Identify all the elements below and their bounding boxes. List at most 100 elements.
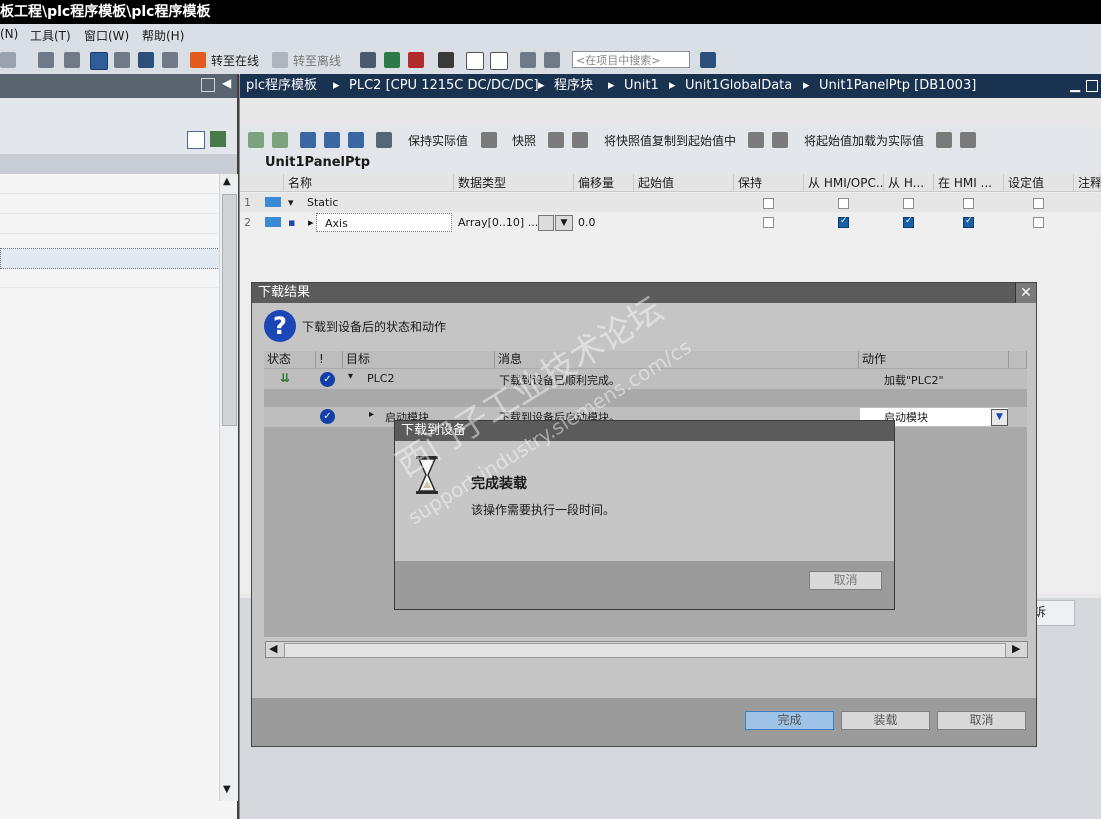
load-start-button[interactable]: 将起始值加载为实际值 xyxy=(804,132,924,149)
breadcrumb-item[interactable]: Unit1PanelPtp [DB1003] xyxy=(819,74,976,98)
expand-arrow-icon[interactable]: ▾ xyxy=(288,193,294,212)
breadcrumb-item[interactable]: Unit1GlobalData xyxy=(685,74,792,98)
retain-checkbox[interactable] xyxy=(763,217,774,228)
redo-icon[interactable] xyxy=(0,52,16,68)
column-header-hmi-visible[interactable]: 在 HMI ... xyxy=(934,174,1004,192)
cancel-button[interactable]: 取消 xyxy=(937,711,1026,730)
finish-button[interactable]: 完成 xyxy=(745,711,834,730)
setpoint-checkbox[interactable] xyxy=(1033,217,1044,228)
accessible-devices-icon[interactable] xyxy=(360,52,376,68)
maximize-editor-icon[interactable] xyxy=(520,52,536,68)
go-online-icon[interactable] xyxy=(190,52,206,68)
hmi-writable-checkbox[interactable] xyxy=(903,216,914,228)
column-header-flag[interactable]: ! xyxy=(316,351,343,368)
list-icon[interactable] xyxy=(348,132,364,148)
column-header-status[interactable]: 状态 xyxy=(264,351,316,368)
close-editors-icon[interactable] xyxy=(544,52,560,68)
tree-row[interactable] xyxy=(0,194,218,214)
breadcrumb-item[interactable]: PLC2 [CPU 1215C DC/DC/DC] xyxy=(349,74,539,98)
go-online-button[interactable]: 转至在线 xyxy=(211,52,259,69)
setpoint-checkbox[interactable] xyxy=(1033,198,1044,209)
menu-item-project[interactable]: (N) xyxy=(0,27,18,41)
start-cpu-icon[interactable] xyxy=(384,52,400,68)
retain-checkbox[interactable] xyxy=(763,198,774,209)
hmi-visible-checkbox[interactable] xyxy=(963,198,974,209)
scroll-down-icon[interactable]: ▼ xyxy=(223,784,231,795)
scroll-up-icon[interactable]: ▲ xyxy=(223,176,231,187)
scroll-left-icon[interactable]: ◀ xyxy=(269,642,277,655)
column-header-message[interactable]: 消息 xyxy=(495,351,859,368)
cross-reference-icon[interactable] xyxy=(438,52,454,68)
simulate-icon[interactable] xyxy=(138,52,154,68)
copy-snapshot-icon[interactable] xyxy=(748,132,764,148)
search-icon[interactable] xyxy=(700,52,716,68)
list-view-icon[interactable] xyxy=(187,131,205,149)
type-details-icon[interactable] xyxy=(538,215,554,231)
minimize-editor-icon[interactable]: ▁ xyxy=(1070,74,1080,98)
results-horizontal-scrollbar[interactable]: ◀ ▶ xyxy=(265,641,1028,658)
keep-actual-button[interactable]: 保持实际值 xyxy=(408,132,468,149)
upload-icon[interactable] xyxy=(114,52,130,68)
column-header-setpoint[interactable]: 设定值 xyxy=(1004,174,1074,192)
load-start-icon[interactable] xyxy=(936,132,952,148)
column-header-offset[interactable]: 偏移量 xyxy=(574,174,634,192)
column-header-action[interactable]: 动作 xyxy=(859,351,1009,368)
tag-name-input[interactable]: Axis xyxy=(316,213,452,232)
collapse-all-icon[interactable] xyxy=(324,132,340,148)
hmi-visible-checkbox[interactable] xyxy=(963,216,974,228)
column-header-hmi-accessible[interactable]: 从 HMI/OPC... xyxy=(804,174,884,192)
snapshot-button[interactable]: 快照 xyxy=(512,132,536,149)
go-offline-button[interactable]: 转至离线 xyxy=(293,52,341,69)
save-icon[interactable] xyxy=(64,52,80,68)
add-row-icon[interactable] xyxy=(272,132,288,148)
monitor-all-icon[interactable] xyxy=(376,132,392,148)
tree-row-selected[interactable] xyxy=(0,248,220,269)
tag-type[interactable]: Array[0..10] ... xyxy=(458,213,538,232)
chevron-down-icon[interactable]: ▼ xyxy=(991,409,1008,426)
tree-row[interactable] xyxy=(0,214,218,234)
hmi-writable-checkbox[interactable] xyxy=(903,198,914,209)
expand-all-icon[interactable] xyxy=(300,132,316,148)
expand-arrow-icon[interactable]: ▸ xyxy=(369,409,374,420)
download-icon[interactable] xyxy=(90,52,108,70)
hmi-accessible-checkbox[interactable] xyxy=(838,216,849,228)
snapshot-icon[interactable] xyxy=(548,132,564,148)
copy-snapshot-button[interactable]: 将快照值复制到起始值中 xyxy=(604,132,736,149)
load-button[interactable]: 装载 xyxy=(841,711,930,730)
breadcrumb-item[interactable]: plc程序模板 xyxy=(246,74,317,98)
copy-snapshot-all-icon[interactable] xyxy=(772,132,788,148)
expand-arrow-icon[interactable]: ▾ xyxy=(348,371,353,382)
tree-scrollbar[interactable]: ▲ ▼ xyxy=(219,174,238,801)
search-input[interactable]: <在项目中搜索> xyxy=(572,51,690,68)
collapse-left-icon[interactable]: ◀ xyxy=(222,76,231,90)
keep-actual-icon[interactable] xyxy=(481,132,497,148)
scroll-right-icon[interactable]: ▶ xyxy=(1012,642,1020,655)
column-header-hmi-writable[interactable]: 从 H... xyxy=(884,174,934,192)
type-dropdown-icon[interactable]: ▼ xyxy=(555,215,573,231)
menu-item-help[interactable]: 帮助(H) xyxy=(142,27,184,44)
snapshot-copy-icon[interactable] xyxy=(572,132,588,148)
tag-name[interactable]: Static xyxy=(307,193,338,212)
hmi-accessible-checkbox[interactable] xyxy=(838,198,849,209)
add-icon[interactable] xyxy=(210,131,226,147)
split-horizontal-icon[interactable] xyxy=(466,52,484,70)
menu-item-tools[interactable]: 工具(T) xyxy=(30,27,71,44)
column-header-comment[interactable]: 注释 xyxy=(1074,174,1101,192)
monitor-icon[interactable] xyxy=(162,52,178,68)
column-header-name[interactable]: 名称 xyxy=(284,174,454,192)
breadcrumb-item[interactable]: 程序块 xyxy=(554,74,593,98)
tree-scroll-thumb[interactable] xyxy=(222,194,237,426)
column-header-start[interactable]: 起始值 xyxy=(634,174,734,192)
load-start-all-icon[interactable] xyxy=(960,132,976,148)
panel-layout-icon[interactable] xyxy=(201,78,215,92)
column-header-retain[interactable]: 保持 xyxy=(734,174,804,192)
restore-editor-icon[interactable] xyxy=(1086,80,1098,92)
split-vertical-icon[interactable] xyxy=(490,52,508,70)
tree-row[interactable] xyxy=(0,268,218,288)
tree-row[interactable] xyxy=(0,174,218,194)
expand-arrow-icon[interactable]: ▸ xyxy=(308,213,314,232)
breadcrumb-item[interactable]: Unit1 xyxy=(624,74,659,98)
column-header-type[interactable]: 数据类型 xyxy=(454,174,574,192)
go-offline-icon[interactable] xyxy=(272,52,288,68)
menu-item-window[interactable]: 窗口(W) xyxy=(84,27,129,44)
